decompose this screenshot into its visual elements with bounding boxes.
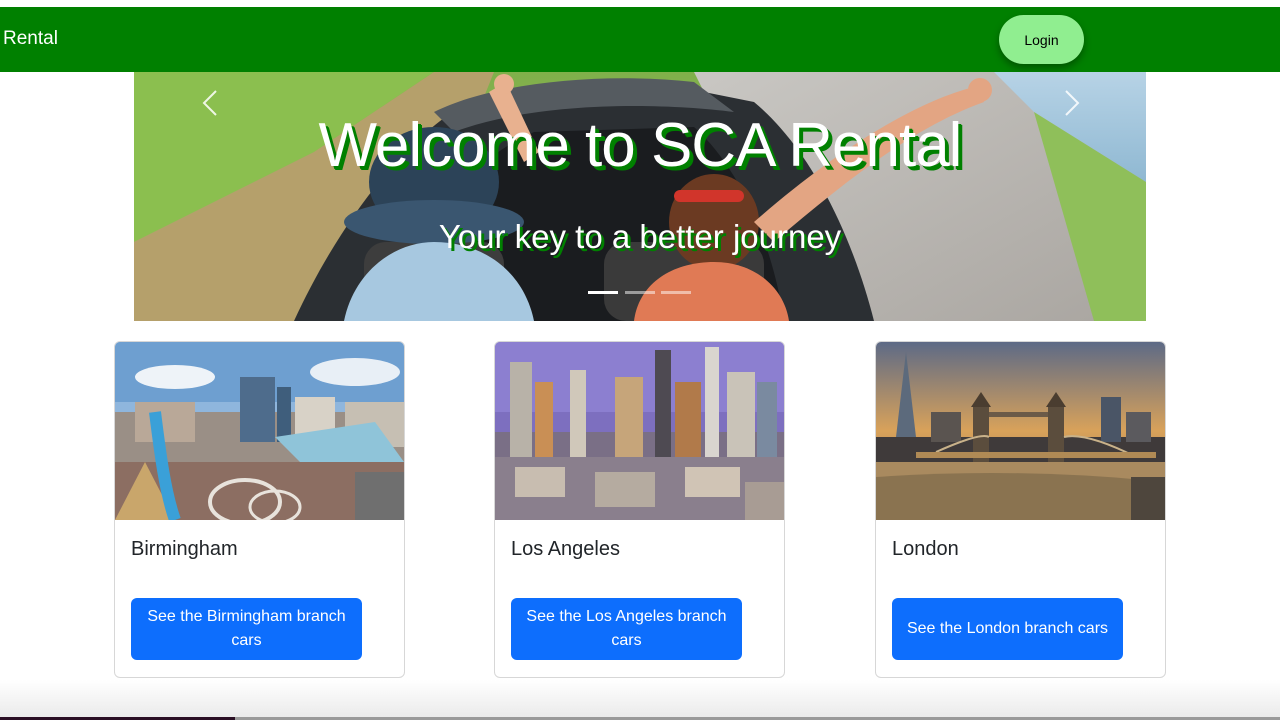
hero-carousel: Welcome to SCA Rental Your key to a bett… [134, 72, 1146, 321]
branch-card-birmingham: Birmingham See the Birmingham branch car… [114, 341, 405, 678]
login-button[interactable]: Login [999, 15, 1084, 64]
london-branch-button[interactable]: See the London branch cars [892, 598, 1123, 660]
hero-subtitle: Your key to a better journey [438, 218, 842, 255]
card-title: Birmingham [131, 538, 238, 560]
chevron-left-icon [202, 90, 217, 116]
card-title: London [892, 538, 959, 560]
brand-link[interactable]: Rental [3, 28, 58, 50]
carousel-indicator-2[interactable] [625, 291, 655, 294]
chevron-right-icon [1065, 90, 1080, 116]
los-angeles-branch-button[interactable]: See the Los Angeles branch cars [511, 598, 742, 660]
branch-card-london: London See the London branch cars [875, 341, 1166, 678]
bottom-fade [0, 680, 1280, 720]
carousel-next-button[interactable] [1056, 88, 1086, 118]
birmingham-city-image [115, 342, 404, 520]
branch-card-los-angeles: Los Angeles See the Los Angeles branch c… [494, 341, 785, 678]
card-title: Los Angeles [511, 538, 620, 560]
hero-title: Welcome to SCA Rental [318, 111, 963, 180]
birmingham-branch-button[interactable]: See the Birmingham branch cars [131, 598, 362, 660]
carousel-indicator-1[interactable] [588, 291, 618, 294]
carousel-indicator-3[interactable] [661, 291, 691, 294]
london-city-image [876, 342, 1165, 520]
top-strip [0, 0, 1280, 7]
navbar: Rental Login [0, 7, 1280, 72]
carousel-prev-button[interactable] [196, 88, 226, 118]
los-angeles-city-image [495, 342, 784, 520]
